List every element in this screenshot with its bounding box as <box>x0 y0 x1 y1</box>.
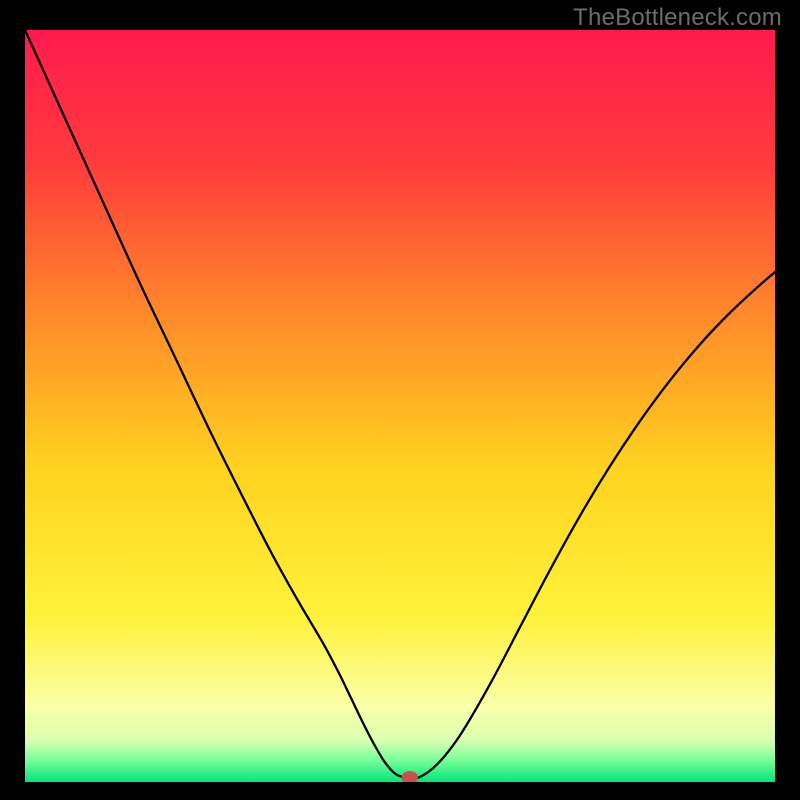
gradient-background <box>25 30 775 782</box>
watermark-text: TheBottleneck.com <box>573 4 782 32</box>
plot-area <box>25 30 775 782</box>
chart-frame: TheBottleneck.com <box>0 0 800 800</box>
chart-svg <box>25 30 775 782</box>
